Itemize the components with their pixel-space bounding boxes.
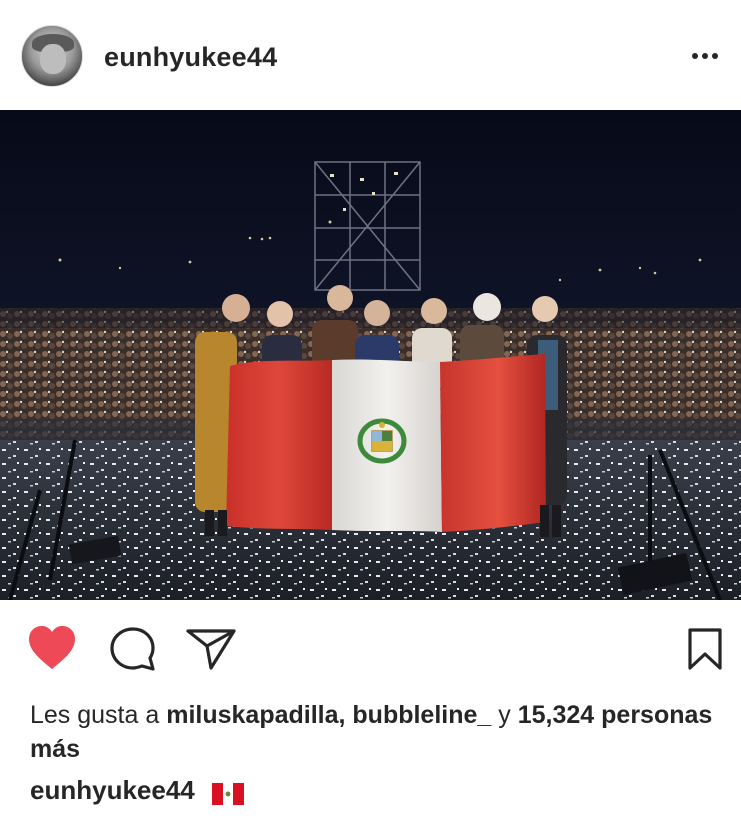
comment-icon[interactable] [108,626,158,672]
more-dot [712,53,718,59]
post-photo[interactable] [0,110,741,600]
more-dot [702,53,708,59]
avatar[interactable] [21,25,83,87]
likes-count[interactable]: 15,324 [518,701,594,729]
bookmark-icon[interactable] [687,627,723,671]
caption-username[interactable]: eunhyukee44 [30,775,195,805]
more-options-icon[interactable] [688,44,722,68]
action-bar [0,600,741,695]
likes-users[interactable]: miluskapadilla, bubbleline_ [166,701,491,729]
send-icon[interactable] [185,627,237,671]
flag-peru-icon [211,779,244,806]
avatar-face [40,44,66,74]
likes-conjunction: y [498,701,511,729]
post-username[interactable]: eunhyukee44 [104,42,277,73]
likes-summary: Les gusta a miluskapadilla, bubbleline_ … [30,698,720,766]
post-header: eunhyukee44 [0,0,741,110]
likes-prefix: Les gusta a [30,701,160,729]
concert-scene [0,110,741,600]
peru-flag [226,354,546,532]
heart-icon[interactable] [27,625,77,671]
caption: eunhyukee44 [30,773,244,807]
more-dot [692,53,698,59]
